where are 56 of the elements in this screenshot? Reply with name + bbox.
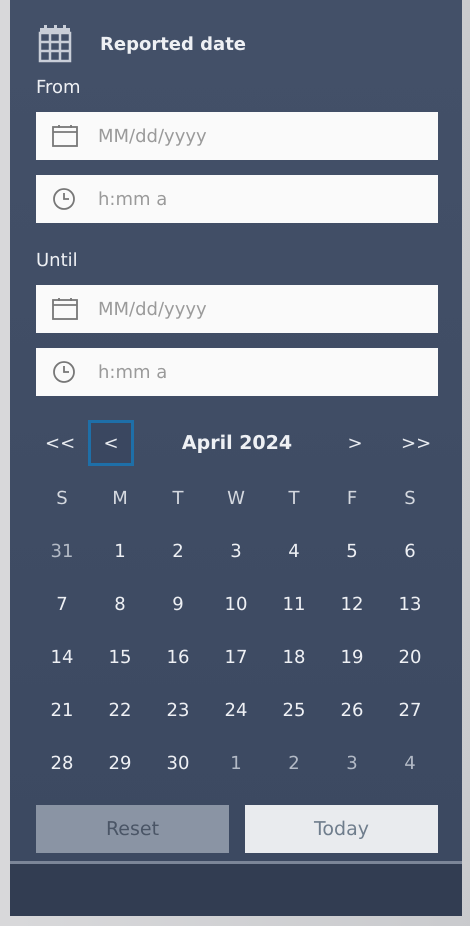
calendar-icon (38, 25, 72, 63)
month-title: April 2024 (180, 432, 294, 454)
day-button[interactable]: 30 (156, 742, 200, 786)
field-label: From (36, 77, 82, 98)
section-title: Reported date (100, 34, 246, 54)
weekday-label: S (404, 488, 416, 509)
previous-year-button[interactable]: << (36, 420, 82, 466)
day-button[interactable]: 24 (214, 688, 258, 732)
day-button[interactable]: 22 (98, 688, 142, 732)
weekday-label: M (112, 488, 128, 509)
day-button[interactable]: 4 (272, 530, 316, 574)
day-button[interactable]: 6 (388, 530, 432, 574)
day-button[interactable]: 11 (272, 582, 316, 626)
previous-month-button[interactable]: < (88, 420, 134, 466)
day-button[interactable]: 14 (40, 636, 84, 680)
date-field[interactable]: MM/dd/yyyy (36, 112, 438, 160)
day-button[interactable]: 3 (214, 530, 258, 574)
weekday-label: T (288, 488, 300, 509)
time-field[interactable]: h:mm a (36, 348, 438, 396)
today-button[interactable]: Today (245, 805, 438, 853)
day-button[interactable]: 9 (156, 582, 200, 626)
day-button[interactable]: 15 (98, 636, 142, 680)
day-button[interactable]: 17 (214, 636, 258, 680)
next-year-button[interactable]: >> (392, 420, 438, 466)
day-button[interactable]: 3 (330, 742, 374, 786)
day-button[interactable]: 26 (330, 688, 374, 732)
day-button[interactable]: 29 (98, 742, 142, 786)
day-button[interactable]: 10 (214, 582, 258, 626)
field-label: Until (36, 250, 79, 271)
day-button[interactable]: 27 (388, 688, 432, 732)
day-button[interactable]: 5 (330, 530, 374, 574)
day-button[interactable]: 1 (98, 530, 142, 574)
weekday-label: T (172, 488, 184, 509)
day-button[interactable]: 2 (156, 530, 200, 574)
day-button[interactable]: 7 (40, 582, 84, 626)
day-button[interactable]: 8 (98, 582, 142, 626)
day-button[interactable]: 19 (330, 636, 374, 680)
day-button[interactable]: 12 (330, 582, 374, 626)
day-button[interactable]: 21 (40, 688, 84, 732)
date-field[interactable]: MM/dd/yyyy (36, 285, 438, 333)
day-button[interactable]: 16 (156, 636, 200, 680)
weekday-label: S (56, 488, 68, 509)
day-button[interactable]: 28 (40, 742, 84, 786)
day-button[interactable]: 1 (214, 742, 258, 786)
day-button[interactable]: 31 (40, 530, 84, 574)
next-month-button[interactable]: > (332, 420, 378, 466)
time-field[interactable]: h:mm a (36, 175, 438, 223)
day-button[interactable]: 4 (388, 742, 432, 786)
day-button[interactable]: 2 (272, 742, 316, 786)
day-button[interactable]: 18 (272, 636, 316, 680)
day-button[interactable]: 23 (156, 688, 200, 732)
day-button[interactable]: 13 (388, 582, 432, 626)
day-button[interactable]: 25 (272, 688, 316, 732)
weekday-label: F (346, 488, 358, 509)
day-button[interactable]: 20 (388, 636, 432, 680)
weekday-label: W (227, 488, 245, 509)
